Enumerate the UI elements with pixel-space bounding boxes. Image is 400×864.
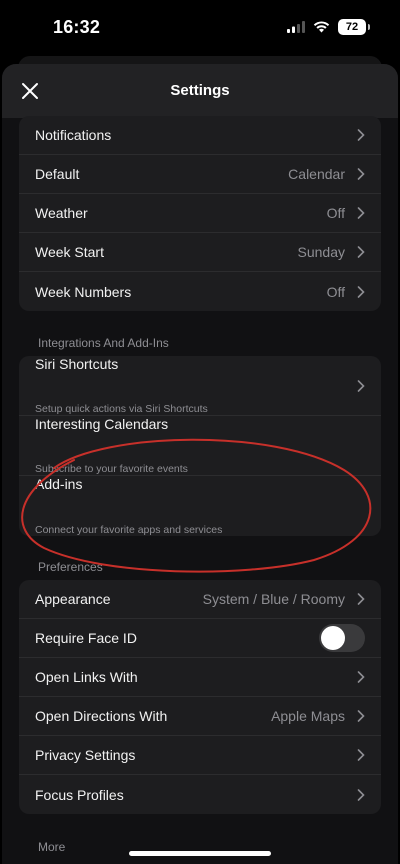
row-weather[interactable]: Weather Off (19, 194, 381, 233)
row-value: Off (326, 205, 345, 221)
row-open-links-with[interactable]: Open Links With (19, 658, 381, 697)
chevron-right-icon (357, 788, 365, 801)
row-label: Add-ins (35, 476, 83, 492)
row-interesting-calendars[interactable]: Interesting Calendars Subscribe to your … (19, 416, 381, 476)
row-label: Open Directions With (35, 708, 168, 724)
section-header-more: More (38, 840, 66, 854)
row-label: Focus Profiles (35, 786, 124, 803)
row-add-ins[interactable]: Add-ins Connect your favorite apps and s… (19, 476, 381, 536)
page-title: Settings (170, 82, 230, 99)
section-header-preferences: Preferences (38, 560, 103, 574)
row-week-numbers[interactable]: Week Numbers Off (19, 272, 381, 311)
row-require-face-id: Require Face ID (19, 619, 381, 658)
toggle-knob (321, 626, 345, 650)
row-label: Week Numbers (35, 283, 132, 300)
row-appearance[interactable]: Appearance System / Blue / Roomy (19, 580, 381, 619)
row-label: Week Start (35, 244, 104, 260)
settings-sheet: Settings Notifications Default Calendar … (2, 64, 398, 864)
chevron-right-icon (357, 710, 365, 722)
row-label: Interesting Calendars (35, 416, 169, 432)
battery-indicator: 72 (338, 19, 370, 35)
chevron-right-icon (357, 129, 365, 141)
row-notifications[interactable]: Notifications (19, 116, 381, 155)
signal-icon (287, 21, 305, 33)
row-label: Privacy Settings (35, 747, 136, 763)
row-value: Apple Maps (271, 708, 345, 724)
status-icons: 72 (287, 19, 370, 35)
row-label: Appearance (35, 591, 111, 607)
row-value: Calendar (288, 166, 345, 182)
row-label: Siri Shortcuts (35, 356, 119, 372)
row-value: System / Blue / Roomy (202, 591, 345, 607)
row-open-directions-with[interactable]: Open Directions With Apple Maps (19, 697, 381, 736)
row-label: Weather (35, 205, 88, 221)
chevron-right-icon (357, 285, 365, 298)
status-time: 16:32 (53, 17, 101, 37)
row-label: Default (35, 166, 80, 182)
section-header-integrations: Integrations And Add-Ins (38, 336, 169, 350)
row-default[interactable]: Default Calendar (19, 155, 381, 194)
chevron-right-icon (357, 380, 365, 392)
row-label: Notifications (35, 127, 112, 143)
integrations-card: Siri Shortcuts Setup quick actions via S… (19, 356, 381, 536)
row-label: Open Links With (35, 669, 138, 685)
status-bar: 16:32 72 (0, 0, 400, 56)
chevron-right-icon (357, 671, 365, 683)
preferences-card: Appearance System / Blue / Roomy Require… (19, 580, 381, 814)
row-subtitle: Setup quick actions via Siri Shortcuts (35, 403, 208, 415)
wifi-icon (313, 21, 330, 33)
row-value: Off (326, 283, 345, 300)
row-week-start[interactable]: Week Start Sunday (19, 233, 381, 272)
nav-bar: Settings (2, 64, 398, 118)
row-privacy-settings[interactable]: Privacy Settings (19, 736, 381, 775)
face-id-toggle[interactable] (319, 624, 365, 652)
chevron-right-icon (357, 246, 365, 258)
chevron-right-icon (357, 207, 365, 219)
chevron-right-icon (357, 593, 365, 605)
row-value: Sunday (297, 244, 345, 260)
row-focus-profiles[interactable]: Focus Profiles (19, 775, 381, 814)
row-subtitle: Subscribe to your favorite events (35, 463, 188, 475)
chevron-right-icon (357, 168, 365, 180)
row-subtitle: Connect your favorite apps and services (35, 524, 223, 536)
general-settings-card: Notifications Default Calendar Weather O… (19, 116, 381, 311)
row-label: Require Face ID (35, 630, 137, 646)
home-indicator (129, 851, 271, 856)
chevron-right-icon (357, 749, 365, 761)
row-siri-shortcuts[interactable]: Siri Shortcuts Setup quick actions via S… (19, 356, 381, 416)
